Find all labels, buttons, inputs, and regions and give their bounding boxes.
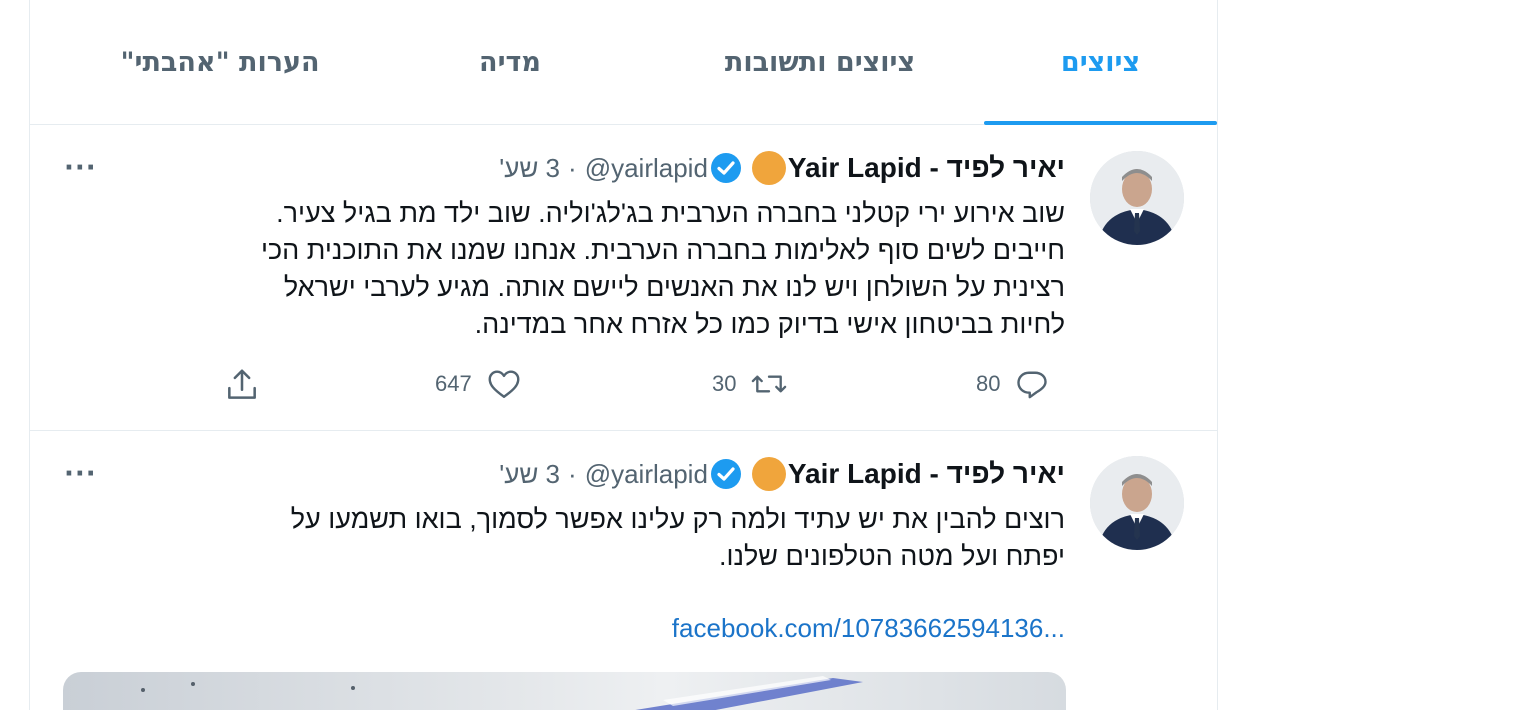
display-name[interactable]: יאיר לפיד - Yair Lapid [788,152,1065,184]
reply-button[interactable]: 80 [976,366,1050,402]
separator-dot: · [568,458,577,489]
like-button[interactable]: 647 [435,366,522,402]
tweet-text: שוב אירוע ירי קטלני בחברה הערבית בג'לג'ו… [261,195,1065,343]
tab-media-label: מדיה [479,46,541,78]
avatar[interactable] [1090,456,1184,550]
avatar-portrait-icon [1090,151,1184,245]
tab-media[interactable]: מדיה [430,0,590,124]
tweet-text-line: חייבים לשים סוף לאלימות בחברה הערבית. אנ… [260,235,1065,265]
tweet-text-line: יפתח ועל מטה הטלפונים שלנו. [718,541,1065,571]
user-handle[interactable]: @yairlapid [585,153,708,184]
tab-tweets-label: ציוצים [1060,46,1141,78]
tab-tweets[interactable]: ציוצים [984,0,1217,125]
user-handle[interactable]: @yairlapid [585,459,708,490]
avatar[interactable] [1090,151,1184,245]
retweet-icon [752,375,787,393]
reply-count: 80 [976,371,1001,396]
timeline-column: ציוצים ציוצים ותשובות מדיה הערות "אהבתי" [29,0,1218,710]
more-options-icon[interactable]: ··· [64,153,97,183]
verified-badge-icon [710,152,742,184]
tweet-timestamp[interactable]: 3 שע' [499,459,560,490]
orange-circle-icon [751,151,786,185]
tab-tweets-and-replies[interactable]: ציוצים ותשובות [670,0,970,124]
tab-likes-label: הערות "אהבתי" [120,46,320,78]
tweet-header: יאיר לפיד - Yair Lapid @yairlapid · 3 שע… [499,148,1065,188]
reply-icon [1017,371,1048,399]
tweet-timestamp[interactable]: 3 שע' [499,153,560,184]
profile-tabs: ציוצים ציוצים ותשובות מדיה הערות "אהבתי" [30,0,1217,125]
tweet[interactable]: יאיר לפיד - Yair Lapid @yairlapid · 3 שע… [30,125,1217,431]
orange-circle-icon [751,457,786,491]
tweet-link[interactable]: facebook.com/10783662594136... [672,613,1065,644]
tweet-text: רוצים להבין את יש עתיד ולמה רק עלינו אפש… [291,501,1065,575]
heart-icon [488,370,520,398]
tab-likes[interactable]: הערות "אהבתי" [80,0,360,124]
share-button[interactable] [223,366,261,404]
tweet-media-image[interactable] [63,672,1066,710]
verified-badge-icon [710,458,742,490]
tweet[interactable]: יאיר לפיד - Yair Lapid @yairlapid · 3 שע… [30,431,1217,710]
like-count: 647 [435,371,472,396]
display-name[interactable]: יאיר לפיד - Yair Lapid [788,458,1065,490]
tweet-actions: 80 30 647 [30,366,1217,406]
tab-tweets-and-replies-label: ציוצים ותשובות [724,46,916,78]
media-preview-icon [141,676,863,710]
tweet-text-line: לחיות בביטחון אישי בדיוק כמו כל אזרח אחר… [474,309,1065,339]
tweet-text-line: שוב אירוע ירי קטלני בחברה הערבית בג'לג'ו… [276,198,1065,228]
avatar-portrait-icon [1090,456,1184,550]
retweet-button[interactable]: 30 [712,366,788,402]
share-icon [228,369,256,399]
retweet-count: 30 [712,371,737,396]
tweet-text-line: רוצים להבין את יש עתיד ולמה רק עלינו אפש… [290,504,1065,534]
more-options-icon[interactable]: ··· [64,459,97,489]
tweet-text-line: רצינית על השולחן ויש לנו את האנשים ליישם… [283,272,1065,302]
profile-page: ציוצים ציוצים ותשובות מדיה הערות "אהבתי" [0,0,1536,710]
tweet-header: יאיר לפיד - Yair Lapid @yairlapid · 3 שע… [499,454,1065,494]
separator-dot: · [568,152,577,183]
